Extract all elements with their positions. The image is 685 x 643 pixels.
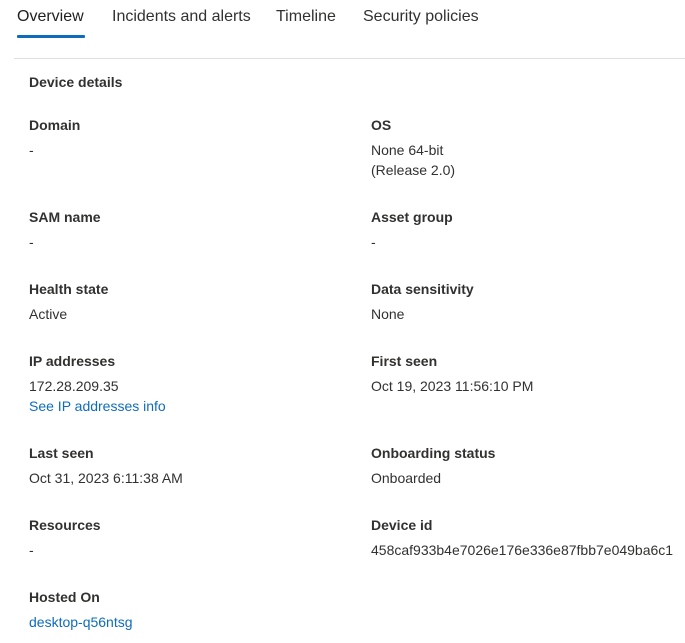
field-label-os: OS (371, 117, 392, 133)
field-value-last-seen: Oct 31, 2023 6:11:38 AM (29, 470, 183, 486)
field-asset-group: Asset group - (371, 208, 453, 252)
tab-security-policies[interactable]: Security policies (363, 7, 479, 27)
field-value-onboarding-status: Onboarded (371, 470, 442, 486)
active-tab-indicator (17, 35, 85, 38)
field-ip-addresses: IP addresses 172.28.209.35 See IP addres… (29, 352, 166, 416)
tab-bar: Overview Incidents and alerts Timeline S… (0, 0, 685, 40)
field-value-asset-group: - (371, 234, 376, 250)
field-os: OS None 64-bit (Release 2.0) (371, 116, 455, 180)
tab-divider (14, 58, 685, 59)
field-label-onboarding-status: Onboarding status (371, 445, 496, 461)
field-label-hosted-on: Hosted On (29, 589, 100, 605)
field-device-id: Device id 458caf933b4e7026e176e336e87fbb… (371, 516, 673, 560)
field-label-health-state: Health state (29, 281, 109, 297)
field-value-os-line2: (Release 2.0) (371, 162, 456, 178)
field-health-state: Health state Active (29, 280, 108, 324)
field-value-data-sensitivity: None (371, 306, 405, 322)
field-last-seen: Last seen Oct 31, 2023 6:11:38 AM (29, 444, 183, 488)
field-label-resources: Resources (29, 517, 101, 533)
field-value-os-line1: None 64-bit (371, 142, 444, 158)
field-value-domain: - (29, 142, 34, 158)
section-title-device-details: Device details (29, 74, 123, 90)
field-value-device-id: 458caf933b4e7026e176e336e87fbb7e049ba6c1 (371, 542, 674, 558)
field-label-domain: Domain (29, 117, 81, 133)
field-value-first-seen: Oct 19, 2023 11:56:10 PM (371, 378, 534, 394)
field-value-sam-name: - (29, 234, 34, 250)
field-value-health-state: Active (29, 306, 68, 322)
field-value-ip-addresses: 172.28.209.35 See IP addresses info (29, 376, 166, 416)
field-first-seen: First seen Oct 19, 2023 11:56:10 PM (371, 352, 533, 396)
see-ip-addresses-info-link[interactable]: See IP addresses info (29, 396, 166, 416)
tab-incidents-and-alerts[interactable]: Incidents and alerts (112, 7, 251, 27)
tab-timeline[interactable]: Timeline (276, 7, 336, 27)
tab-overview[interactable]: Overview (17, 7, 84, 27)
field-sam-name: SAM name - (29, 208, 101, 252)
field-label-asset-group: Asset group (371, 209, 453, 225)
field-resources: Resources - (29, 516, 101, 560)
field-label-sam-name: SAM name (29, 209, 101, 225)
hosted-on-link[interactable]: desktop-q56ntsg (29, 612, 133, 632)
field-label-data-sensitivity: Data sensitivity (371, 281, 474, 297)
field-label-device-id: Device id (371, 517, 433, 533)
field-label-ip-addresses: IP addresses (29, 353, 116, 369)
field-label-last-seen: Last seen (29, 445, 94, 461)
field-hosted-on: Hosted On desktop-q56ntsg (29, 588, 133, 632)
field-onboarding-status: Onboarding status Onboarded (371, 444, 495, 488)
field-data-sensitivity: Data sensitivity None (371, 280, 474, 324)
field-label-first-seen: First seen (371, 353, 438, 369)
ip-address-value: 172.28.209.35 (29, 378, 119, 394)
field-value-resources: - (29, 542, 34, 558)
field-value-os: None 64-bit (Release 2.0) (371, 140, 455, 180)
field-domain: Domain - (29, 116, 80, 160)
